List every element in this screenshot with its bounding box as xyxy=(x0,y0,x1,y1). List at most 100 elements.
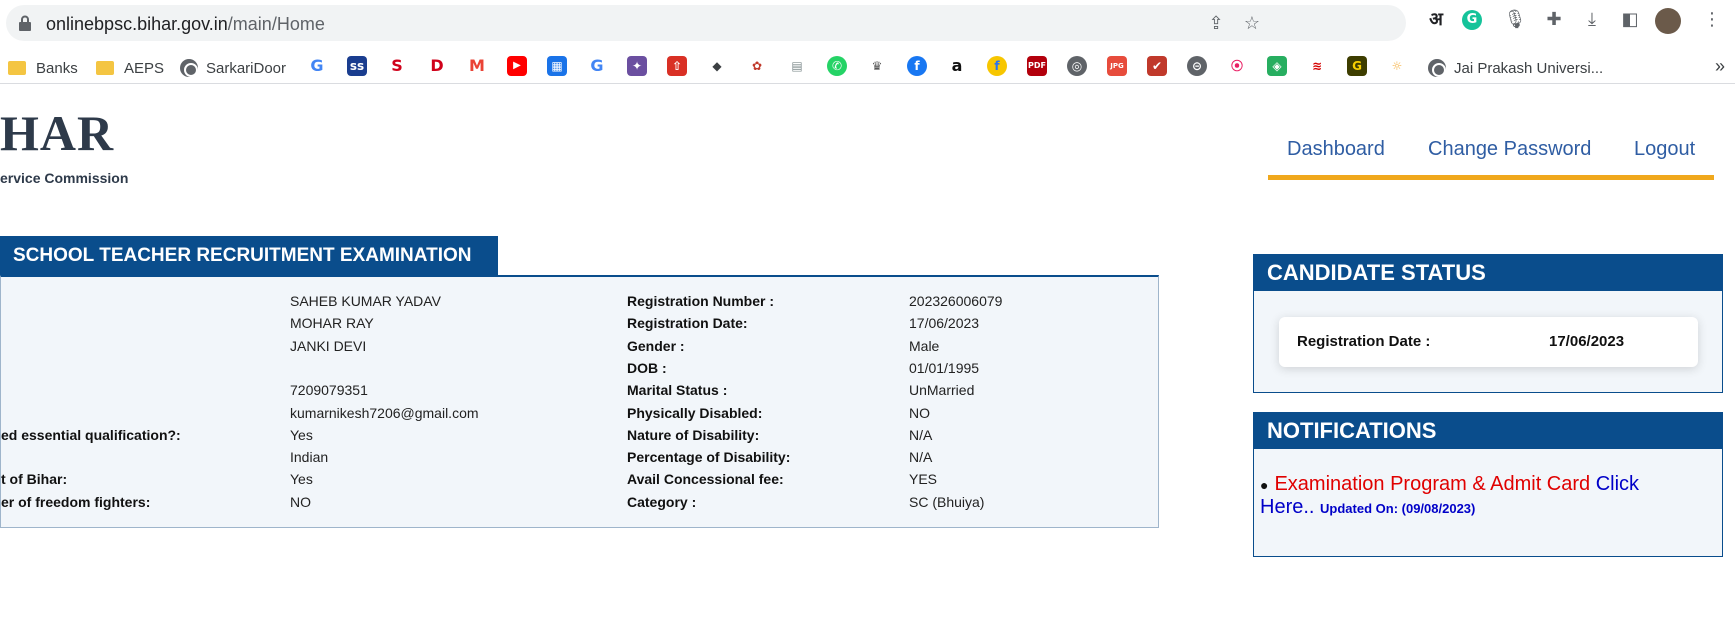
grammarly-icon[interactable]: G xyxy=(1462,10,1482,30)
detail-value: Indian xyxy=(290,449,329,465)
whatsapp-favicon-icon[interactable]: ✆ xyxy=(827,56,847,76)
detail-label: Registration Date: xyxy=(627,315,748,331)
figure-favicon-icon[interactable]: ✿ xyxy=(747,56,767,76)
url-path: /main/Home xyxy=(227,14,325,34)
lock-icon[interactable] xyxy=(18,15,32,31)
menu-kebab-icon[interactable]: ⋮ xyxy=(1700,8,1724,32)
detail-value: NO xyxy=(909,405,930,421)
detail-value: N/A xyxy=(909,427,933,443)
detail-value: N/A xyxy=(909,449,933,465)
detail-label: DOB : xyxy=(627,360,667,376)
detail-label: Category : xyxy=(627,494,697,510)
registration-date-label: Registration Date : xyxy=(1297,333,1431,350)
d-favicon-icon[interactable]: D xyxy=(427,56,447,76)
detail-label: t of Bihar: xyxy=(1,471,68,487)
sp-favicon-icon[interactable]: S xyxy=(387,56,407,76)
site-logo-subtitle: ervice Commission xyxy=(0,170,129,186)
bookmark-label: AEPS xyxy=(124,59,165,77)
bookmark-label: SarkariDoor xyxy=(206,59,287,77)
bookmark-star-icon[interactable]: ☆ xyxy=(1242,13,1262,33)
url-text[interactable]: onlinebpsc.bihar.gov.in/main/Home xyxy=(46,14,325,35)
globe-icon xyxy=(1428,59,1446,77)
jpg-pdf-favicon-icon[interactable]: JPG xyxy=(1107,56,1127,76)
nav-logout[interactable]: Logout xyxy=(1634,138,1695,161)
detail-value: JANKI DEVI xyxy=(290,338,367,354)
exam-title: SCHOOL TEACHER RECRUITMENT EXAMINATION xyxy=(0,236,498,276)
nav-dashboard[interactable]: Dashboard xyxy=(1287,138,1385,161)
detail-value: Yes xyxy=(290,427,313,443)
detail-label: Avail Concessional fee: xyxy=(627,471,784,487)
notification-item: ● Examination Program & Admit Card Click H… xyxy=(1260,473,1700,520)
address-bar[interactable]: onlinebpsc.bihar.gov.in/main/Home ⇪ ☆ xyxy=(6,5,1406,41)
side-panel-icon[interactable]: ◧ xyxy=(1618,8,1642,32)
diamond-favicon-icon[interactable]: ◈ xyxy=(1267,56,1287,76)
share-icon[interactable]: ⇪ xyxy=(1206,13,1226,33)
layers-favicon-icon[interactable]: ◆ xyxy=(707,56,727,76)
wifi-favicon-icon[interactable]: ≋ xyxy=(1307,56,1327,76)
google-favicon-icon[interactable]: G xyxy=(307,56,327,76)
flipkart-favicon-icon[interactable]: f xyxy=(987,56,1007,76)
notification-updated-date: Updated On: (09/08/2023) xyxy=(1320,501,1476,516)
detail-label: Physically Disabled: xyxy=(627,405,763,421)
bookmark-aeps[interactable]: AEPS xyxy=(96,56,164,80)
download-icon[interactable]: ⤓ xyxy=(1580,8,1604,32)
registration-date-card: Registration Date : 17/06/2023 xyxy=(1279,317,1698,367)
folder-icon xyxy=(96,61,114,75)
detail-value: Yes xyxy=(290,471,313,487)
detail-value: SC (Bhuiya) xyxy=(909,494,985,510)
book-favicon-icon[interactable]: ▤ xyxy=(787,56,807,76)
bookmarks-overflow-icon[interactable]: » xyxy=(1715,56,1725,77)
detail-value: 7209079351 xyxy=(290,382,368,398)
detail-label: Percentage of Disability: xyxy=(627,449,791,465)
gmail-favicon-icon[interactable]: M xyxy=(467,56,487,76)
detail-label: er of freedom fighters: xyxy=(1,494,151,510)
emblem-favicon-icon[interactable]: ✦ xyxy=(627,56,647,76)
calendar-favicon-icon[interactable]: ▦ xyxy=(547,56,567,76)
up-arrow-favicon-icon[interactable]: ⇧ xyxy=(667,56,687,76)
emblem-favicon-icon-2[interactable]: ♛ xyxy=(867,56,887,76)
detail-value: MOHAR RAY xyxy=(290,315,374,331)
detail-value: SAHEB KUMAR YADAV xyxy=(290,293,441,309)
detail-value: UnMarried xyxy=(909,382,975,398)
notification-text: Examination Program & Admit Card xyxy=(1274,473,1591,495)
top-nav: Dashboard Change Password Logout xyxy=(1268,128,1714,180)
globe-favicon-icon[interactable]: ◎ xyxy=(1067,56,1087,76)
click-here-part-2: Here.. xyxy=(1260,496,1315,518)
check-favicon-icon[interactable]: ✔ xyxy=(1147,56,1167,76)
bookmark-label: Banks xyxy=(36,59,78,77)
profile-avatar-icon[interactable] xyxy=(1655,8,1681,34)
bookmark-jai-prakash[interactable]: Jai Prakash Universi... xyxy=(1428,56,1603,80)
youtube-favicon-icon[interactable]: ▶ xyxy=(507,56,527,76)
bookmark-sarkaridoor[interactable]: SarkariDoor xyxy=(180,56,286,80)
detail-value: 01/01/1995 xyxy=(909,360,980,376)
site-logo[interactable]: HAR xyxy=(0,108,114,158)
globe-icon xyxy=(180,59,198,77)
google-favicon-icon-2[interactable]: G xyxy=(587,56,607,76)
sun-favicon-icon[interactable]: ☼ xyxy=(1387,56,1407,76)
location-favicon-icon[interactable]: ⦿ xyxy=(1227,56,1247,76)
bookmark-banks[interactable]: Banks xyxy=(8,56,78,80)
ss-favicon-icon[interactable]: ss xyxy=(347,56,367,76)
microphone-icon[interactable]: 🎙 xyxy=(1503,8,1527,32)
hindi-input-icon[interactable]: अ xyxy=(1424,8,1448,32)
circle-favicon-icon[interactable]: ⊝ xyxy=(1187,56,1207,76)
detail-label: Nature of Disability: xyxy=(627,427,760,443)
detail-value: NO xyxy=(290,494,311,510)
candidate-status-title: CANDIDATE STATUS xyxy=(1254,255,1722,291)
candidate-details-panel: ed essential qualification?: t of Bihar: e… xyxy=(0,275,1159,528)
nav-change-password[interactable]: Change Password xyxy=(1428,138,1591,161)
detail-value: YES xyxy=(909,471,938,487)
detail-label: Gender : xyxy=(627,338,685,354)
click-here-part-1: Click xyxy=(1595,473,1640,495)
g-favicon-icon[interactable]: G xyxy=(1347,56,1367,76)
detail-label: Marital Status : xyxy=(627,382,728,398)
bullet-icon: ● xyxy=(1260,477,1269,493)
notifications-box: NOTIFICATIONS ● Examination Program & Adm… xyxy=(1253,412,1723,557)
detail-value: Male xyxy=(909,338,940,354)
pdf-favicon-icon[interactable]: PDF xyxy=(1027,56,1047,76)
facebook-favicon-icon[interactable]: f xyxy=(907,56,927,76)
candidate-status-box: CANDIDATE STATUS Registration Date : 17/… xyxy=(1253,254,1723,393)
amazon-favicon-icon[interactable]: a xyxy=(947,56,967,76)
extensions-icon[interactable]: ✚ xyxy=(1542,8,1566,32)
url-host: onlinebpsc.bihar.gov.in xyxy=(46,14,228,34)
